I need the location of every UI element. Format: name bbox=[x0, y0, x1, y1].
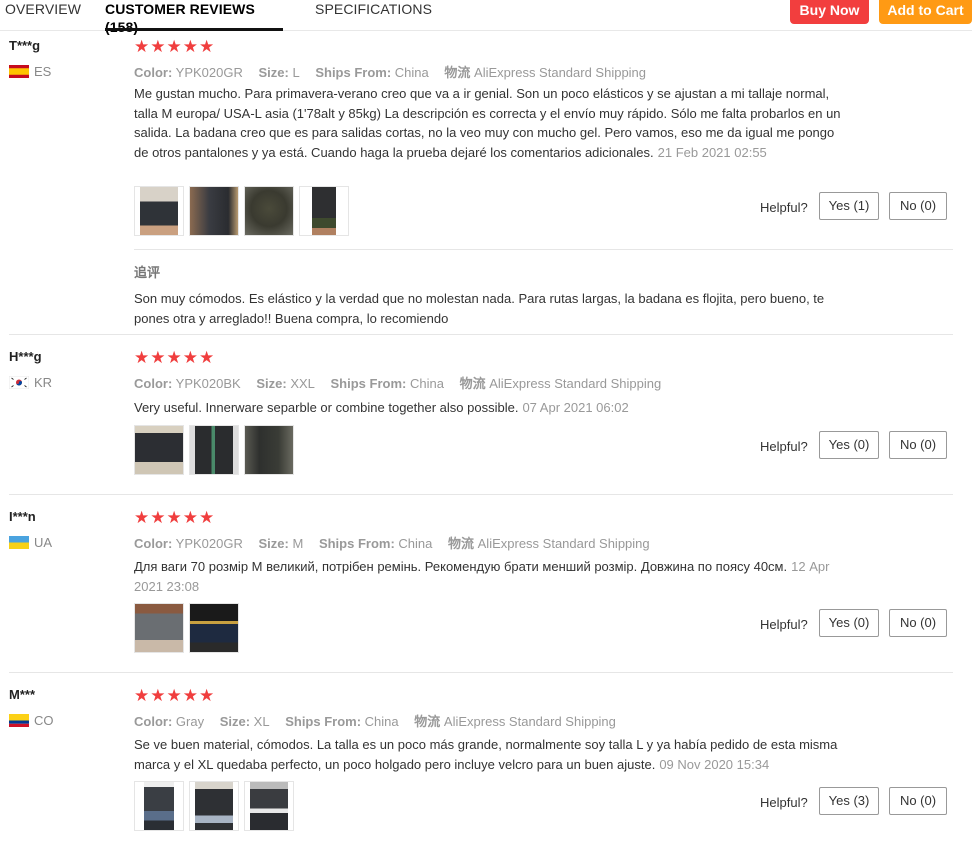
review-photo-thumbnail[interactable] bbox=[244, 781, 294, 831]
review-text: Very useful. Innerware separble or combi… bbox=[134, 400, 629, 415]
helpful-label: Helpful? bbox=[760, 200, 808, 215]
review-photo-thumbnail[interactable] bbox=[134, 781, 184, 831]
review-date: 07 Apr 2021 06:02 bbox=[522, 400, 629, 415]
review-photo-thumbnail[interactable] bbox=[189, 425, 239, 475]
helpful-label: Helpful? bbox=[760, 795, 808, 810]
review-photo-thumbnail[interactable] bbox=[299, 186, 349, 236]
tab-customer-reviews[interactable]: CUSTOMER REVIEWS (158) bbox=[105, 0, 283, 35]
reviewer-country: UA bbox=[9, 535, 52, 550]
review-photos bbox=[134, 603, 239, 653]
review-photo-thumbnail[interactable] bbox=[244, 425, 294, 475]
helpful-no-button[interactable]: No (0) bbox=[889, 431, 947, 459]
helpful-label: Helpful? bbox=[760, 617, 808, 632]
tab-bar: OVERVIEW CUSTOMER REVIEWS (158) SPECIFIC… bbox=[0, 0, 972, 35]
review-photos bbox=[134, 425, 294, 475]
review-date: 09 Nov 2020 15:34 bbox=[659, 756, 770, 772]
helpful-yes-button[interactable]: Yes (1) bbox=[819, 192, 879, 220]
review-divider bbox=[9, 494, 953, 495]
review-photo-thumbnail[interactable] bbox=[189, 603, 239, 653]
flag-co-icon bbox=[9, 714, 29, 727]
followup-label: 追评 bbox=[134, 265, 161, 280]
helpful-no-button[interactable]: No (0) bbox=[889, 192, 947, 220]
buy-now-button[interactable]: Buy Now bbox=[790, 0, 869, 24]
reviewer-country: CO bbox=[9, 713, 54, 728]
star-rating: ★★★★★ bbox=[134, 37, 216, 56]
reviewer-name: M*** bbox=[9, 687, 36, 702]
review-attributes: Color: YPK020GR Size: M Ships From: Chin… bbox=[134, 536, 650, 551]
divider bbox=[134, 249, 953, 250]
review-photos bbox=[134, 186, 349, 236]
reviewer-name: T***g bbox=[9, 38, 41, 53]
review-photo-thumbnail[interactable] bbox=[134, 603, 184, 653]
review-photo-thumbnail[interactable] bbox=[189, 186, 239, 236]
flag-kr-icon bbox=[8, 375, 30, 390]
review-date: 21 Feb 2021 02:55 bbox=[657, 144, 767, 160]
add-to-cart-button[interactable]: Add to Cart bbox=[879, 0, 972, 24]
review-photo-thumbnail[interactable] bbox=[244, 186, 294, 236]
review-text: Для ваги 70 розмір М великий, потрібен р… bbox=[134, 559, 830, 594]
tab-overview[interactable]: OVERVIEW bbox=[5, 0, 81, 31]
reviewer-country: ES bbox=[9, 64, 51, 79]
review-divider bbox=[9, 334, 953, 335]
review-attributes: Color: YPK020BK Size: XXL Ships From: Ch… bbox=[134, 376, 662, 391]
review-text: Se ve buen material, cómodos. La talla e… bbox=[134, 737, 838, 772]
star-rating: ★★★★★ bbox=[134, 686, 216, 705]
helpful-label: Helpful? bbox=[760, 439, 808, 454]
helpful-yes-button[interactable]: Yes (3) bbox=[819, 787, 879, 815]
review-photo-thumbnail[interactable] bbox=[134, 186, 184, 236]
review-attributes: Color: Gray Size: XL Ships From: China 物… bbox=[134, 714, 616, 729]
reviewer-name: H***g bbox=[9, 349, 42, 364]
reviewer-name: I***n bbox=[9, 509, 36, 524]
reviewer-country: KR bbox=[8, 375, 52, 390]
tab-specifications[interactable]: SPECIFICATIONS bbox=[315, 0, 432, 31]
helpful-yes-button[interactable]: Yes (0) bbox=[819, 431, 879, 459]
flag-es-icon bbox=[9, 65, 29, 78]
star-rating: ★★★★★ bbox=[134, 348, 216, 367]
star-rating: ★★★★★ bbox=[134, 508, 216, 527]
helpful-yes-button[interactable]: Yes (0) bbox=[819, 609, 879, 637]
review-photos bbox=[134, 781, 294, 831]
review-attributes: Color: YPK020GR Size: L Ships From: Chin… bbox=[134, 65, 647, 80]
followup-text: Son muy cómodos. Es elástico y la verdad… bbox=[134, 291, 825, 326]
helpful-no-button[interactable]: No (0) bbox=[889, 787, 947, 815]
review-divider bbox=[9, 672, 953, 673]
flag-ua-icon bbox=[9, 536, 29, 549]
review-photo-thumbnail[interactable] bbox=[134, 425, 184, 475]
review-photo-thumbnail[interactable] bbox=[189, 781, 239, 831]
review-text: Me gustan mucho. Para primavera-verano c… bbox=[134, 86, 841, 160]
helpful-no-button[interactable]: No (0) bbox=[889, 609, 947, 637]
